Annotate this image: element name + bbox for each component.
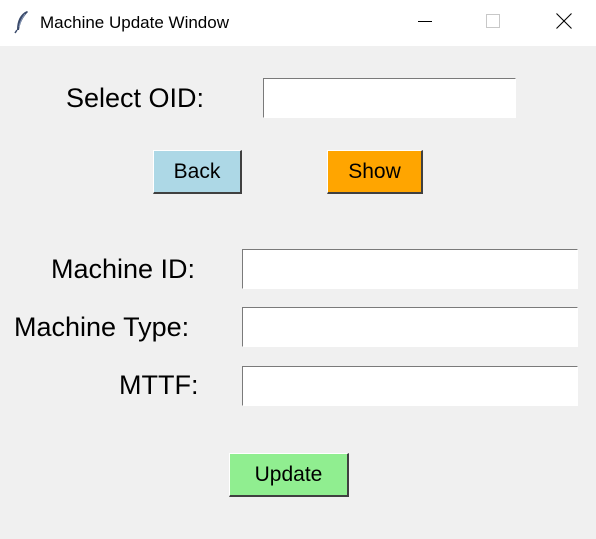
- oid-label: Select OID:: [66, 83, 205, 113]
- feather-icon: [14, 10, 30, 34]
- mttf-label: MTTF:: [119, 370, 199, 400]
- machine-type-input[interactable]: [242, 307, 578, 347]
- window-title: Machine Update Window: [40, 13, 229, 32]
- machine-id-label: Machine ID:: [51, 254, 196, 284]
- maximize-icon: [486, 13, 500, 33]
- title-bar[interactable]: Machine Update Window: [0, 0, 596, 46]
- machine-update-window: Machine Update Window Select OID: Back S…: [0, 0, 596, 539]
- back-button[interactable]: Back: [153, 150, 242, 194]
- mttf-input[interactable]: [242, 366, 578, 406]
- minimize-button[interactable]: [402, 0, 448, 46]
- minimize-icon: [418, 14, 432, 33]
- close-icon: [556, 12, 572, 34]
- machine-type-label: Machine Type:: [14, 312, 190, 342]
- update-button[interactable]: Update: [229, 453, 349, 497]
- show-button[interactable]: Show: [327, 150, 423, 194]
- oid-input[interactable]: [263, 78, 516, 118]
- close-button[interactable]: [541, 0, 587, 46]
- maximize-button[interactable]: [470, 0, 516, 46]
- machine-id-input[interactable]: [242, 249, 578, 289]
